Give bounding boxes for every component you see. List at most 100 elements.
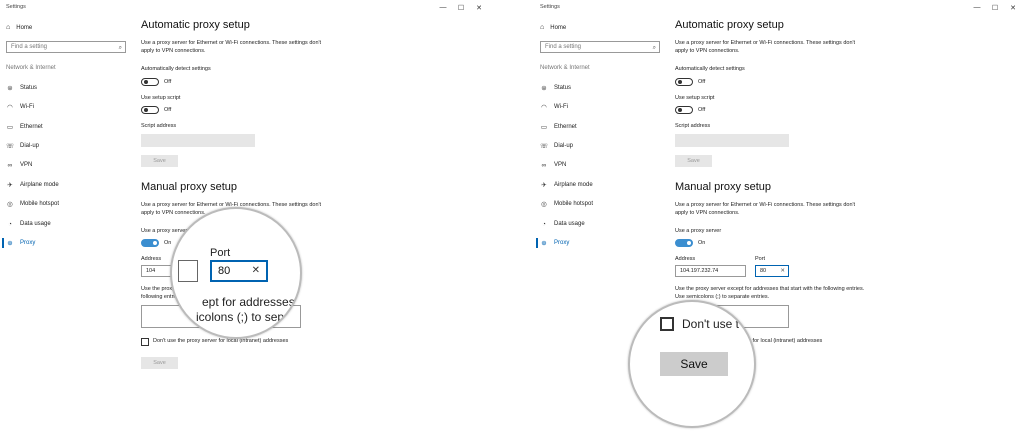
sidebar-item-label: Ethernet [20,124,43,130]
automatic-proxy-title: Automatic proxy setup [141,19,250,31]
automatic-save-button: Save [675,155,712,167]
title-bar: Settings — ☐ ✕ [534,0,1024,16]
address-label: Address [675,256,696,262]
automatic-proxy-desc: Use a proxy server for Ethernet or Wi-Fi… [141,40,322,54]
home-icon: ⌂ [540,24,545,31]
sidebar-item-mobile-hotspot[interactable]: ◎ Mobile hotspot [6,199,59,209]
address-value: 104 [146,268,156,274]
home-link[interactable]: ⌂ Home [540,24,566,31]
close-button[interactable]: ✕ [1006,2,1020,13]
sidebar-item-wifi[interactable]: ◠ Wi-Fi [540,102,568,112]
local-bypass-checkbox-zoomed[interactable] [660,317,674,331]
proxy-icon: ⊕ [7,240,13,247]
search-input[interactable]: Find a setting ⌕ [6,41,126,53]
manual-proxy-title: Manual proxy setup [675,181,771,193]
sidebar-item-label: Status [20,85,38,91]
sidebar-item-label: Data usage [554,221,585,227]
auto-detect-toggle[interactable] [141,78,159,86]
status-icon: ⊜ [541,85,547,92]
setup-script-toggle[interactable] [141,106,159,114]
minimize-button[interactable]: — [970,2,984,13]
use-proxy-label: Use a proxy server [141,228,188,234]
sidebar-item-vpn[interactable]: ∞ VPN [6,160,33,170]
toggle-knob [678,80,682,84]
local-bypass-checkbox[interactable] [141,338,149,346]
sidebar-item-proxy[interactable]: ⊕ Proxy [540,238,569,248]
automatic-save-button: Save [141,155,178,167]
setup-script-toggle[interactable] [675,106,693,114]
save-button-zoomed[interactable]: Save [660,352,728,376]
sidebar-item-ethernet[interactable]: ▭ Ethernet [540,122,577,132]
sidebar-item-data-usage[interactable]: ◔ Data usage [6,219,51,229]
sidebar: ⌂ Home Find a setting ⌕ Network & Intern… [0,16,135,431]
use-proxy-toggle[interactable] [675,239,693,247]
search-placeholder: Find a setting [11,44,48,50]
sidebar-item-label: Airplane mode [554,182,593,188]
manual-proxy-desc: Use a proxy server for Ethernet or Wi-Fi… [675,202,856,216]
automatic-proxy-desc: Use a proxy server for Ethernet or Wi-Fi… [675,40,856,54]
airplane-icon: ✈ [541,182,547,189]
ethernet-icon: ▭ [6,124,14,131]
sidebar-item-label: Status [554,85,572,91]
search-icon[interactable]: ⌕ [653,43,656,53]
data-usage-icon: ◔ [8,220,12,228]
sidebar-item-dialup[interactable]: ☏ Dial-up [6,141,39,151]
sidebar-item-ethernet[interactable]: ▭ Ethernet [6,122,43,132]
sidebar-item-label: Proxy [20,240,36,246]
address-input[interactable]: 104.197.232.74 [675,265,746,277]
sidebar-item-label: Wi-Fi [20,104,34,110]
port-value: 80 [760,268,767,274]
port-input[interactable]: 80 ✕ [755,265,789,277]
use-proxy-toggle[interactable] [141,239,159,247]
sidebar-item-mobile-hotspot[interactable]: ◎ Mobile hotspot [540,199,593,209]
address-label: Address [141,256,162,262]
airplane-icon: ✈ [7,182,13,189]
active-indicator [536,238,538,248]
sidebar-item-data-usage[interactable]: ◔ Data usage [540,219,585,229]
search-icon[interactable]: ⌕ [119,43,122,53]
sidebar-item-airplane-mode[interactable]: ✈ Airplane mode [6,180,58,190]
sidebar-item-dialup[interactable]: ☏ Dial-up [540,141,573,151]
sidebar-item-status[interactable]: ⊜ Status [540,83,571,93]
close-button[interactable]: ✕ [472,2,486,13]
toggle-knob [678,108,682,112]
wifi-icon: ◠ [541,104,547,111]
sidebar-item-label: VPN [554,162,567,168]
clear-icon[interactable]: ✕ [780,266,785,276]
hotspot-icon: ◎ [541,201,547,208]
auto-detect-toggle[interactable] [675,78,693,86]
sidebar-item-label: Data usage [20,221,51,227]
manual-save-button[interactable]: Save [141,357,178,369]
section-heading: Network & Internet [540,65,590,71]
setup-script-state: Off [164,107,172,113]
maximize-button[interactable]: ☐ [988,2,1002,13]
exceptions-desc: Use the proxy server except for addresse… [675,286,865,300]
port-input-zoomed[interactable]: 80 ✕ [210,260,268,282]
maximize-button[interactable]: ☐ [454,2,468,13]
port-value-zoomed: 80 [218,265,231,277]
window-title: Settings [6,4,26,10]
use-proxy-state: On [698,240,706,246]
proxy-icon: ⊕ [541,240,547,247]
sidebar-item-status[interactable]: ⊜ Status [6,83,37,93]
sidebar-item-vpn[interactable]: ∞ VPN [540,160,567,170]
hotspot-icon: ◎ [7,201,13,208]
port-label-zoomed: Port [210,247,231,259]
minimize-button[interactable]: — [436,2,450,13]
status-icon: ⊜ [7,85,13,92]
dialup-icon: ☏ [540,143,549,150]
sidebar-item-proxy[interactable]: ⊕ Proxy [6,238,35,248]
setup-script-state: Off [698,107,706,113]
home-label: Home [550,24,567,31]
clear-icon[interactable]: ✕ [252,262,260,280]
home-link[interactable]: ⌂ Home [6,24,32,31]
search-input[interactable]: Find a setting ⌕ [540,41,660,53]
title-bar: Settings — ☐ ✕ [0,0,512,16]
window-title: Settings [540,4,560,10]
exceptions-desc-zoomed-2: icolons (;) to separa [196,310,302,324]
sidebar-item-wifi[interactable]: ◠ Wi-Fi [6,102,34,112]
port-label: Port [755,256,766,262]
sidebar-item-airplane-mode[interactable]: ✈ Airplane mode [540,180,593,190]
sidebar-item-label: Mobile hotspot [20,201,60,207]
script-address-label: Script address [141,123,177,129]
